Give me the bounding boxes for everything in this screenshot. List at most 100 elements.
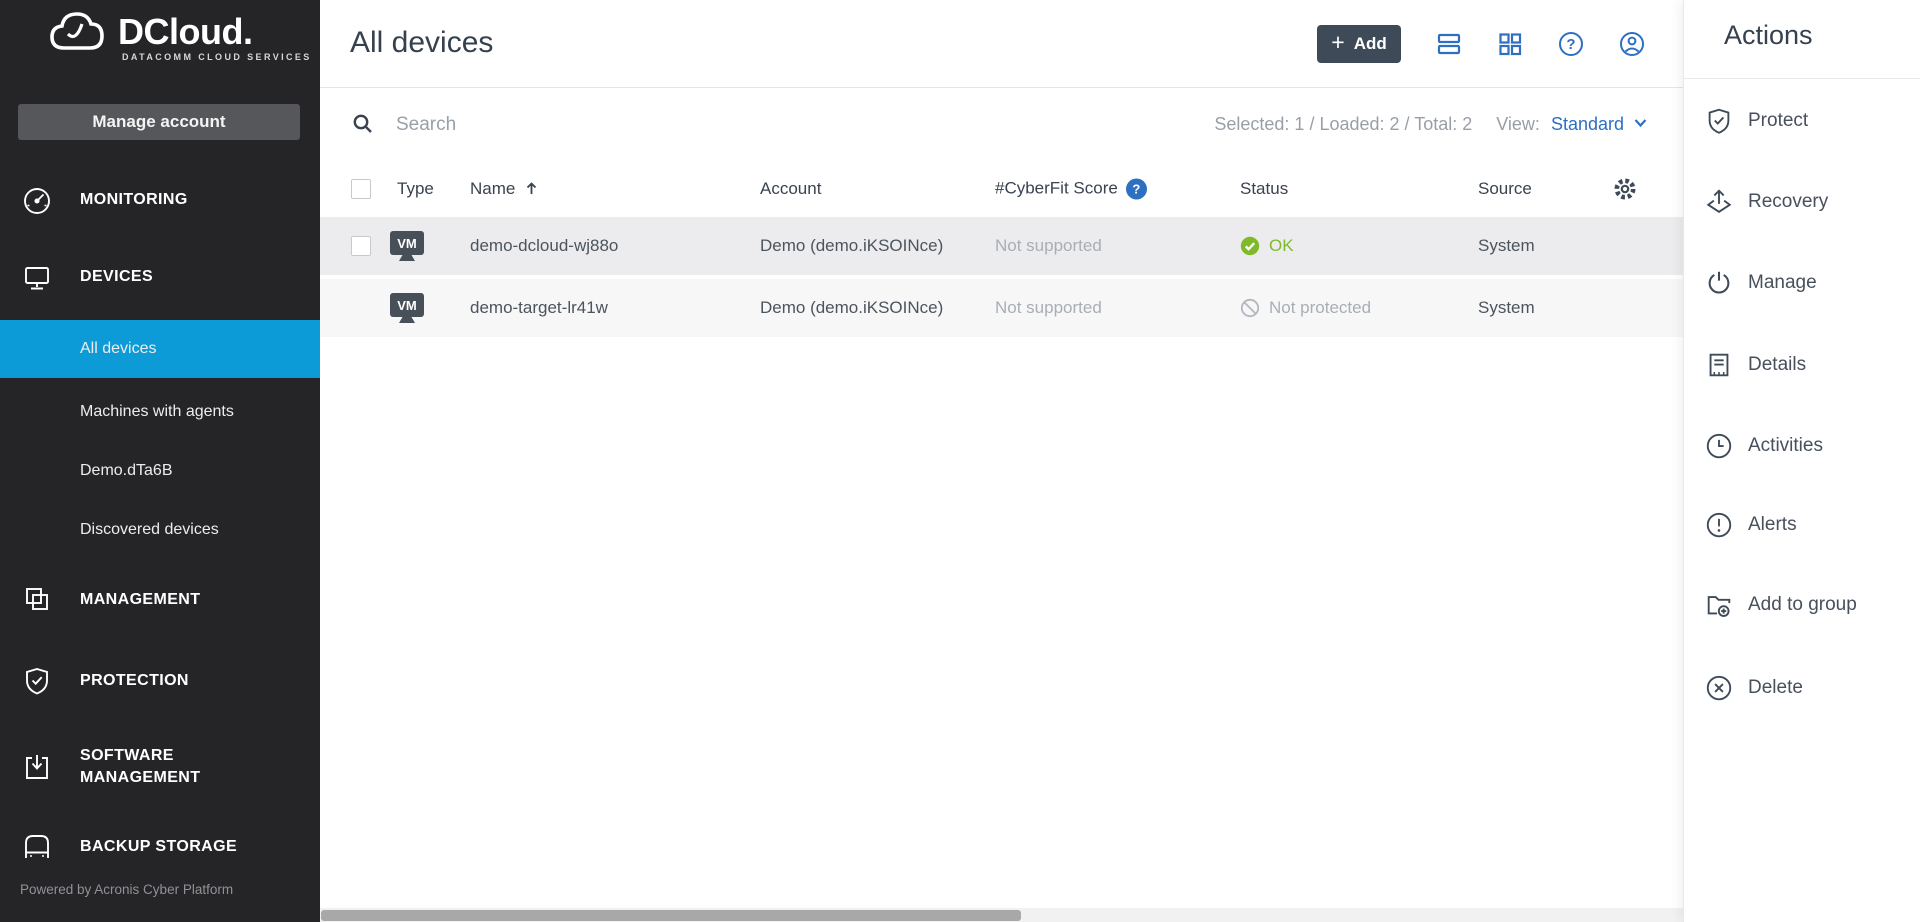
cyberfit-score-value: Not supported — [995, 236, 1102, 256]
grid-view-icon[interactable] — [1497, 31, 1523, 57]
table-header: Type Name Account #CyberFit Score ? Stat… — [320, 160, 1683, 217]
clock-icon — [1704, 431, 1734, 461]
action-label: Add to group — [1748, 594, 1857, 616]
action-label: Delete — [1748, 677, 1803, 699]
chevron-down-icon — [1633, 114, 1648, 135]
sidebar-item-label: SOFTWARE MANAGEMENT — [80, 745, 255, 789]
sidebar-item-label: Discovered devices — [80, 521, 219, 539]
account-icon[interactable] — [1619, 31, 1645, 57]
status-cell: OK — [1240, 236, 1294, 256]
sidebar-item-label: MONITORING — [80, 191, 188, 209]
page-title: All devices — [350, 26, 493, 60]
action-label: Alerts — [1748, 514, 1797, 536]
actions-panel: Actions Protect Recovery Manage Details — [1683, 0, 1920, 922]
sidebar-item-backup-storage[interactable]: BACKUP STORAGE — [0, 823, 320, 871]
horizontal-scrollbar-thumb[interactable] — [321, 910, 1021, 921]
action-details[interactable]: Details — [1684, 341, 1920, 389]
device-source: System — [1478, 298, 1535, 318]
sidebar-item-machines-with-agents[interactable]: Machines with agents — [0, 388, 320, 436]
shield-check-icon — [21, 665, 53, 697]
column-header-type[interactable]: Type — [397, 179, 434, 199]
sidebar-item-label: All devices — [80, 340, 156, 358]
vm-badge-label: VM — [390, 231, 424, 255]
status-cell: Not protected — [1240, 298, 1371, 318]
action-label: Activities — [1748, 435, 1823, 457]
action-recovery[interactable]: Recovery — [1684, 178, 1920, 226]
action-manage[interactable]: Manage — [1684, 259, 1920, 307]
brand-name: DCloud. — [118, 6, 252, 58]
device-account: Demo (demo.iKSOINce) — [760, 298, 943, 318]
sidebar-item-software-management[interactable]: SOFTWARE MANAGEMENT — [0, 731, 320, 803]
action-label: Details — [1748, 354, 1806, 376]
add-button-label: Add — [1354, 34, 1387, 54]
sidebar-item-protection[interactable]: PROTECTION — [0, 657, 320, 705]
status-ok-icon — [1240, 236, 1260, 256]
vm-type-badge: VM — [390, 293, 424, 323]
action-label: Recovery — [1748, 191, 1828, 213]
powered-by-text: Powered by Acronis Cyber Platform — [20, 882, 233, 897]
folder-plus-icon — [1704, 590, 1734, 620]
table-row[interactable]: VM demo-dcloud-wj88o Demo (demo.iKSOINce… — [320, 217, 1683, 275]
manage-account-button[interactable]: Manage account — [18, 104, 300, 140]
monitor-icon — [21, 261, 53, 293]
view-select-dropdown[interactable]: Standard — [1551, 114, 1648, 135]
sidebar-item-label: MANAGEMENT — [80, 591, 200, 609]
action-add-to-group[interactable]: Add to group — [1684, 581, 1920, 629]
rows-view-icon[interactable] — [1436, 31, 1462, 57]
vm-type-badge: VM — [390, 231, 424, 261]
app-window: DCloud. DATACOMM CLOUD SERVICES Manage a… — [0, 0, 1920, 922]
gauge-icon — [21, 184, 53, 216]
table-row[interactable]: VM demo-target-lr41w Demo (demo.iKSOINce… — [320, 279, 1683, 337]
question-glyph: ? — [1558, 31, 1584, 57]
sort-ascending-icon — [524, 181, 539, 196]
sidebar-item-label: Demo.dTa6B — [80, 462, 173, 480]
sidebar-item-label: Machines with agents — [80, 403, 234, 421]
sidebar-item-demo-group[interactable]: Demo.dTa6B — [0, 447, 320, 495]
status-label: OK — [1269, 236, 1294, 256]
device-name[interactable]: demo-target-lr41w — [470, 298, 608, 318]
overlapping-squares-icon — [21, 584, 53, 616]
software-install-icon — [21, 751, 53, 783]
action-delete[interactable]: Delete — [1684, 664, 1920, 712]
view-label: View: — [1496, 114, 1540, 135]
sidebar: DCloud. DATACOMM CLOUD SERVICES Manage a… — [0, 0, 320, 922]
vm-badge-stand — [399, 255, 415, 261]
horizontal-scrollbar-track[interactable] — [320, 908, 1683, 922]
vm-badge-stand — [399, 317, 415, 323]
sidebar-item-discovered-devices[interactable]: Discovered devices — [0, 506, 320, 554]
help-icon[interactable]: ? — [1558, 31, 1584, 57]
cyberfit-help-icon[interactable]: ? — [1126, 178, 1147, 199]
selection-summary: Selected: 1 / Loaded: 2 / Total: 2 — [1214, 114, 1472, 135]
toolbar: Selected: 1 / Loaded: 2 / Total: 2 View:… — [320, 89, 1683, 160]
sidebar-item-label: DEVICES — [80, 268, 153, 286]
sidebar-item-all-devices[interactable]: All devices — [0, 320, 320, 378]
status-not-protected-icon — [1240, 298, 1260, 318]
select-all-checkbox[interactable] — [351, 179, 371, 199]
device-account: Demo (demo.iKSOINce) — [760, 236, 943, 256]
sidebar-item-monitoring[interactable]: MONITORING — [0, 176, 320, 224]
column-header-name[interactable]: Name — [470, 179, 539, 199]
add-device-button[interactable]: + Add — [1317, 25, 1401, 63]
cyberfit-score-value: Not supported — [995, 298, 1102, 318]
row-checkbox[interactable] — [351, 236, 371, 256]
view-value: Standard — [1551, 114, 1624, 135]
column-header-status[interactable]: Status — [1240, 179, 1288, 199]
search-input[interactable] — [396, 106, 956, 144]
sidebar-item-devices[interactable]: DEVICES — [0, 253, 320, 301]
sidebar-item-management[interactable]: MANAGEMENT — [0, 576, 320, 624]
action-alerts[interactable]: Alerts — [1684, 501, 1920, 549]
column-settings-gear-icon[interactable] — [1612, 176, 1638, 202]
column-header-cyberfit[interactable]: #CyberFit Score ? — [995, 178, 1147, 199]
column-header-label: Name — [470, 179, 515, 199]
sidebar-item-label: PROTECTION — [80, 672, 189, 690]
action-activities[interactable]: Activities — [1684, 422, 1920, 470]
device-name[interactable]: demo-dcloud-wj88o — [470, 236, 618, 256]
brand-tagline: DATACOMM CLOUD SERVICES — [122, 52, 312, 62]
delete-circle-icon — [1704, 673, 1734, 703]
sidebar-item-label: BACKUP STORAGE — [80, 838, 237, 856]
column-header-source[interactable]: Source — [1478, 179, 1532, 199]
column-header-label: #CyberFit Score — [995, 179, 1118, 199]
action-protect[interactable]: Protect — [1684, 97, 1920, 145]
recovery-arrow-icon — [1704, 187, 1734, 217]
column-header-account[interactable]: Account — [760, 179, 821, 199]
